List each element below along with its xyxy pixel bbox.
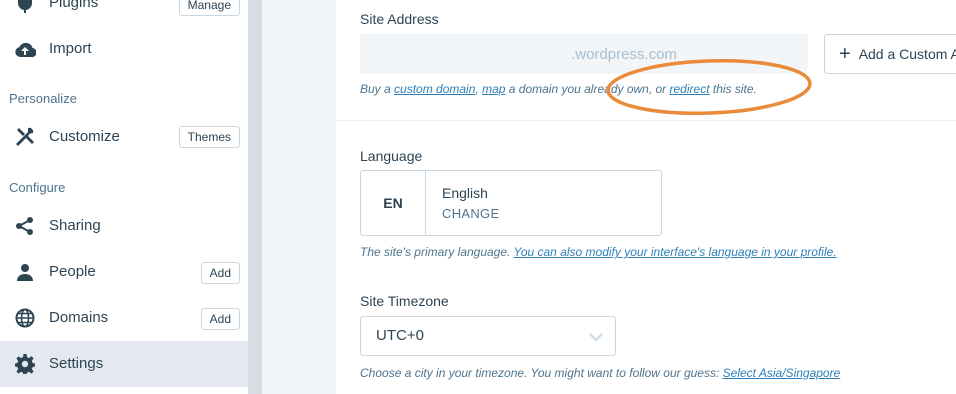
- language-code: EN: [361, 171, 426, 235]
- sidebar-item-label: Import: [49, 40, 92, 57]
- sidebar-item-label: Plugins: [49, 0, 99, 11]
- themes-button[interactable]: Themes: [178, 126, 240, 148]
- globe-icon: [14, 307, 36, 329]
- sidebar-item-sharing[interactable]: Sharing: [0, 213, 248, 239]
- sidebar-item-label: Settings: [49, 355, 104, 372]
- sidebar-item-import[interactable]: Import: [0, 36, 248, 62]
- person-icon: [14, 261, 36, 283]
- language-picker[interactable]: EN English CHANGE: [360, 170, 662, 236]
- sidebar-item-domains[interactable]: Domains Add: [0, 305, 248, 331]
- timezone-hint: Choose a city in your timezone. You migh…: [360, 366, 840, 380]
- hint-text: The site's primary language.: [360, 245, 514, 259]
- section-divider: [336, 120, 956, 121]
- sidebar-item-label: Customize: [49, 128, 120, 145]
- add-domain-button[interactable]: Add: [200, 308, 240, 330]
- hint-text: Buy a: [360, 82, 395, 96]
- section-personalize: Personalize: [9, 91, 77, 106]
- timezone-label: Site Timezone: [360, 293, 449, 309]
- sidebar-item-settings[interactable]: Settings: [0, 341, 248, 387]
- settings-panel: Site Address .wordpress.com + Add a Cust…: [336, 0, 956, 394]
- language-label: Language: [360, 148, 423, 164]
- cloud-upload-icon: [14, 38, 36, 60]
- select-timezone-link[interactable]: Select Asia/Singapore: [723, 366, 841, 380]
- section-configure: Configure: [9, 180, 66, 195]
- gear-icon: [14, 353, 36, 375]
- sidebar-item-plugins[interactable]: Plugins Manage: [0, 0, 248, 16]
- content-gutter: [262, 0, 336, 394]
- custom-domain-link[interactable]: custom domain: [394, 82, 475, 96]
- tools-icon: [14, 126, 36, 148]
- manage-button[interactable]: Manage: [178, 0, 240, 16]
- annotation-ellipse: [606, 59, 812, 115]
- add-people-button[interactable]: Add: [200, 262, 240, 284]
- map-link[interactable]: map: [482, 82, 505, 96]
- sidebar-item-label: Domains: [49, 309, 109, 326]
- sidebar-item-customize[interactable]: Customize Themes: [0, 124, 248, 150]
- site-address-label: Site Address: [360, 11, 439, 27]
- hint-text: Choose a city in your timezone. You migh…: [360, 366, 723, 380]
- share-icon: [14, 215, 36, 237]
- add-custom-address-button[interactable]: + Add a Custom A: [824, 34, 956, 74]
- sidebar-item-label: People: [49, 263, 96, 280]
- sidebar: Plugins Manage Import Personalize Custom…: [0, 0, 248, 394]
- sidebar-item-label: Sharing: [49, 217, 101, 234]
- timezone-select[interactable]: UTC+0: [360, 316, 616, 356]
- profile-language-link[interactable]: You can also modify your interface's lan…: [513, 245, 836, 259]
- sidebar-divider: [248, 0, 262, 394]
- sidebar-item-people[interactable]: People Add: [0, 259, 248, 285]
- language-name: English: [442, 185, 488, 201]
- chevron-down-icon: [589, 329, 603, 347]
- language-hint: The site's primary language. You can als…: [360, 245, 837, 259]
- language-change[interactable]: CHANGE: [442, 206, 499, 221]
- add-custom-address-label: Add a Custom A: [858, 46, 956, 62]
- timezone-value: UTC+0: [376, 327, 424, 344]
- plus-icon: +: [839, 43, 851, 65]
- plugin-icon: [14, 0, 36, 14]
